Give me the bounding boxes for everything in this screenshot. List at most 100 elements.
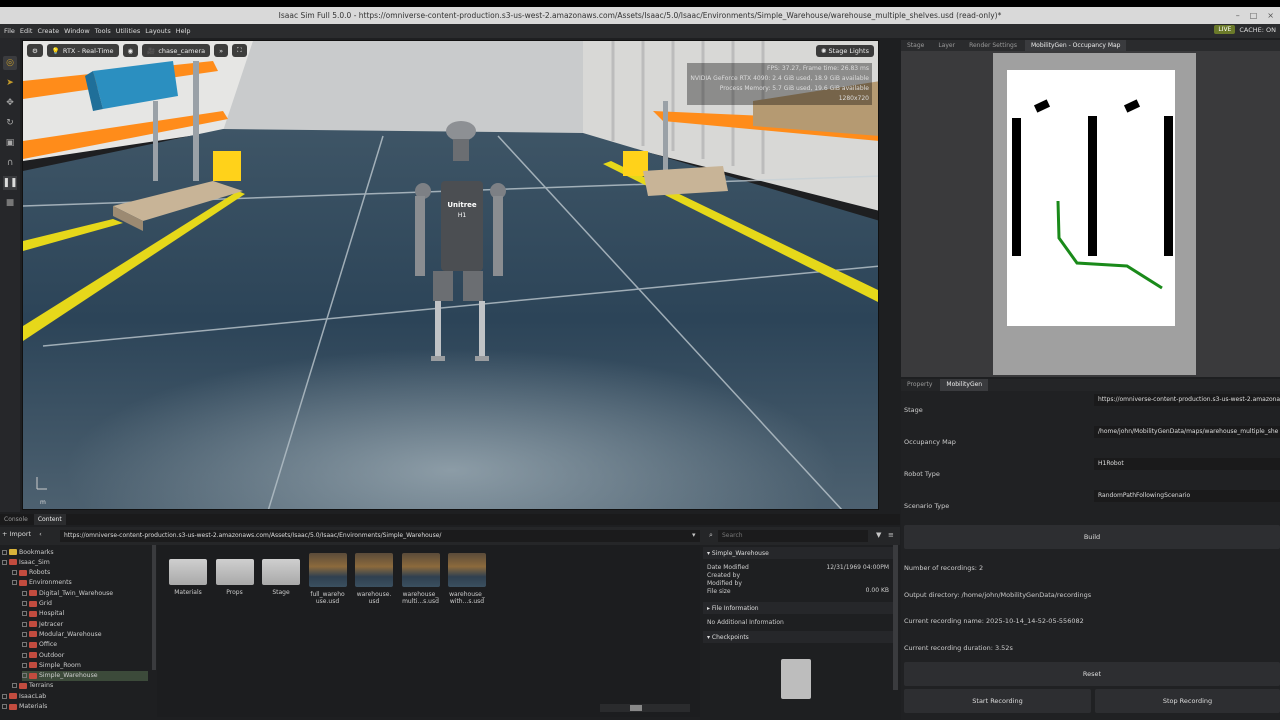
renderer-dropdown[interactable]: 💡 RTX - Real-Time (46, 44, 119, 57)
chevron-right-icon[interactable]: » (214, 44, 229, 57)
start-recording-button[interactable]: Start Recording (904, 689, 1091, 713)
pause-icon[interactable]: ❚❚ (2, 176, 18, 190)
stop-icon[interactable]: ■ (3, 196, 17, 210)
expander-icon[interactable] (22, 621, 27, 627)
expander-icon[interactable] (22, 590, 27, 596)
info-scrollbar[interactable] (893, 545, 898, 690)
occupancy-map-field[interactable]: /home/john/MobilityGenData/maps/warehous… (1094, 426, 1280, 438)
tree-item-label: Environments (29, 579, 72, 587)
tree-item[interactable]: Simple_Warehouse (22, 670, 148, 681)
menu-tools[interactable]: Tools (95, 27, 111, 35)
menu-edit[interactable]: Edit (20, 27, 33, 35)
expander-icon[interactable] (22, 611, 27, 617)
tree-item[interactable]: Bookmarks (2, 547, 54, 557)
import-button[interactable]: + Import ‹ (2, 530, 42, 538)
expander-icon[interactable] (2, 704, 7, 709)
reset-button[interactable]: Reset (904, 662, 1280, 686)
build-button[interactable]: Build (904, 525, 1280, 549)
robot-type-select[interactable]: H1Robot (1094, 458, 1280, 470)
file-information-header[interactable]: ▸ File Information (703, 602, 893, 614)
move-tool-icon[interactable]: ✥ (3, 96, 17, 110)
search-input[interactable]: Search (718, 530, 868, 542)
thumbnail-size-slider[interactable] (600, 704, 690, 712)
file-tile[interactable]: Materials (167, 553, 209, 596)
tree-item[interactable]: Simple_Room (22, 660, 81, 670)
tree-item[interactable]: Hospital (22, 609, 64, 619)
tree-item[interactable]: Grid (22, 599, 52, 609)
tree-item[interactable]: Office (22, 640, 57, 650)
menu-window[interactable]: Window (64, 27, 90, 35)
path-field[interactable]: https://omniverse-content-production.s3-… (60, 530, 700, 542)
menu-layouts[interactable]: Layouts (145, 27, 170, 35)
snap-tool-icon[interactable]: ∩ (3, 156, 17, 170)
settings-icon[interactable]: ⚙ (27, 44, 43, 57)
expander-icon[interactable] (22, 631, 27, 637)
file-tile[interactable]: warehouse_ with...s.usd (446, 553, 488, 605)
expander-icon[interactable] (22, 662, 27, 668)
rotate-tool-icon[interactable]: ↻ (3, 116, 17, 130)
file-tile[interactable]: warehouse_ multi...s.usd (400, 553, 442, 605)
path-dropdown-icon[interactable]: ▾ (692, 531, 696, 539)
tree-item[interactable]: Outdoor (22, 650, 64, 660)
pointer-tool-icon[interactable]: ➤ (3, 76, 17, 90)
file-tile[interactable]: full_wareho use.usd (307, 553, 349, 605)
menu-icon[interactable]: ≡ (888, 531, 894, 539)
tree-item[interactable]: Materials (2, 702, 47, 712)
expander-icon[interactable] (2, 693, 7, 699)
tab-content[interactable]: Content (33, 514, 66, 525)
stop-recording-button[interactable]: Stop Recording (1095, 689, 1280, 713)
close-icon[interactable]: × (1267, 11, 1274, 20)
file-tile[interactable]: warehouse. usd (353, 553, 395, 605)
menu-utilities[interactable]: Utilities (116, 27, 140, 35)
tree-item[interactable]: Robots (12, 568, 50, 578)
tab-console[interactable]: Console (0, 514, 32, 525)
tree-item[interactable]: IsaacLab (2, 691, 46, 701)
minimize-icon[interactable]: – (1236, 11, 1240, 20)
expander-icon[interactable] (12, 570, 17, 576)
expander-icon[interactable] (22, 673, 27, 679)
tab-occupancy-map[interactable]: MobilityGen - Occupancy Map (1024, 40, 1127, 51)
select-tool-icon[interactable]: ◎ (3, 56, 17, 70)
tab-property[interactable]: Property (901, 379, 938, 391)
tab-stage[interactable]: Stage (901, 40, 930, 51)
tree-item[interactable]: Digital_Twin_Warehouse (22, 588, 113, 598)
menu-file[interactable]: File (4, 27, 15, 35)
tab-layer[interactable]: Layer (932, 40, 961, 51)
expander-icon[interactable] (22, 652, 27, 658)
tree-item[interactable]: Jetracer (22, 619, 63, 629)
info-folder-header[interactable]: ▾ Simple_Warehouse (703, 547, 893, 559)
menu-create[interactable]: Create (37, 27, 59, 35)
scenario-type-select[interactable]: RandomPathFollowingScenario (1094, 490, 1280, 502)
occupancy-map-image[interactable] (1007, 70, 1175, 326)
camera-dropdown[interactable]: 🎥 chase_camera (142, 44, 211, 57)
expander-icon[interactable] (12, 683, 17, 689)
fullscreen-icon[interactable]: ⛶ (232, 44, 247, 57)
tree-scrollbar[interactable] (152, 545, 156, 670)
back-icon[interactable]: ‹ (39, 530, 42, 538)
tree-item[interactable]: Modular_Warehouse (22, 629, 102, 639)
file-tile[interactable]: Props (214, 553, 256, 596)
menu-help[interactable]: Help (176, 27, 191, 35)
stage-field[interactable]: https://omniverse-content-production.s3-… (1094, 394, 1280, 406)
filter-icon[interactable]: ▼ (876, 531, 881, 539)
scale-tool-icon[interactable]: ▣ (3, 136, 17, 150)
eye-icon[interactable]: ◉ (122, 44, 139, 57)
expander-icon[interactable] (2, 559, 7, 565)
expander-icon[interactable] (12, 580, 17, 586)
viewport[interactable]: Unitree H1 m ⚙ 💡 RTX - Real-Time ◉ 🎥 chase… (22, 40, 879, 510)
file-information-label: File Information (711, 605, 759, 612)
live-badge[interactable]: LIVE (1214, 25, 1236, 34)
cache-status[interactable]: CACHE: ON (1239, 26, 1276, 34)
tab-render-settings[interactable]: Render Settings (963, 40, 1023, 51)
checkpoints-header[interactable]: ▾ Checkpoints (703, 631, 893, 643)
file-tile[interactable]: Stage (260, 553, 302, 596)
expander-icon[interactable] (22, 642, 27, 648)
maximize-icon[interactable]: □ (1250, 11, 1258, 20)
tree-item[interactable]: Environments (12, 578, 72, 588)
tab-mobilitygen[interactable]: MobilityGen (940, 379, 989, 391)
expander-icon[interactable] (2, 549, 7, 555)
tree-item[interactable]: Isaac_Sim (2, 557, 50, 567)
tree-item[interactable]: Terrains (12, 681, 53, 691)
expander-icon[interactable] (22, 601, 27, 606)
stage-lights-button[interactable]: ✺ Stage Lights (816, 45, 874, 57)
